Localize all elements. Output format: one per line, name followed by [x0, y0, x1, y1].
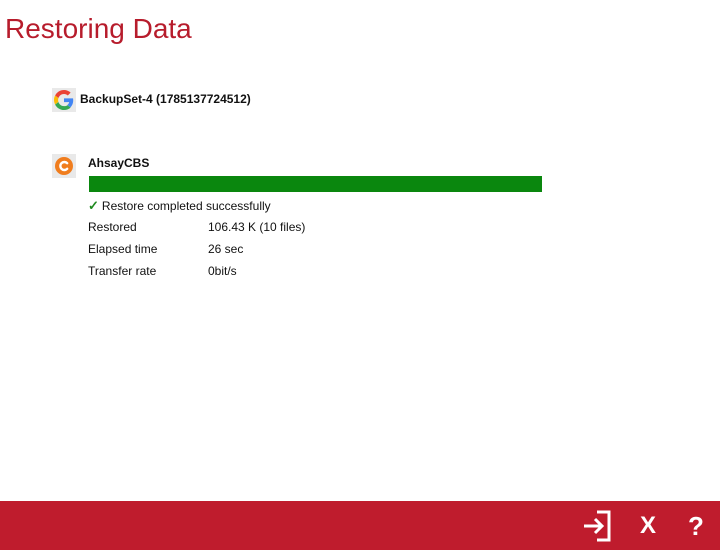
- close-icon: X: [639, 512, 656, 539]
- progress-fill: [89, 176, 542, 192]
- exit-icon: [584, 510, 611, 542]
- transfer-rate-value: 0bit/s: [208, 264, 237, 278]
- status-text: Restore completed successfully: [101, 199, 271, 213]
- transfer-rate-label: Transfer rate: [88, 264, 157, 278]
- ahsay-cbs-icon: [52, 154, 76, 178]
- exit-button[interactable]: [580, 509, 614, 543]
- google-g-icon: [52, 88, 76, 112]
- restore-progress-bar: [89, 176, 542, 192]
- destination-name: AhsayCBS: [88, 156, 150, 170]
- footer-bar: X ?: [0, 501, 720, 550]
- close-button[interactable]: X: [631, 509, 665, 543]
- elapsed-time-label: Elapsed time: [88, 242, 158, 256]
- backup-set-label: BackupSet-4 (1785137724512): [80, 92, 251, 106]
- elapsed-time-value: 26 sec: [208, 242, 244, 256]
- help-icon: ?: [688, 510, 704, 541]
- restored-value: 106.43 K (10 files): [208, 220, 306, 234]
- status-line: ✓ Restore completed successfully: [88, 198, 271, 214]
- page-title: Restoring Data: [5, 13, 192, 44]
- check-icon: ✓: [88, 198, 99, 213]
- restored-label: Restored: [88, 220, 137, 234]
- help-button[interactable]: ?: [679, 509, 713, 543]
